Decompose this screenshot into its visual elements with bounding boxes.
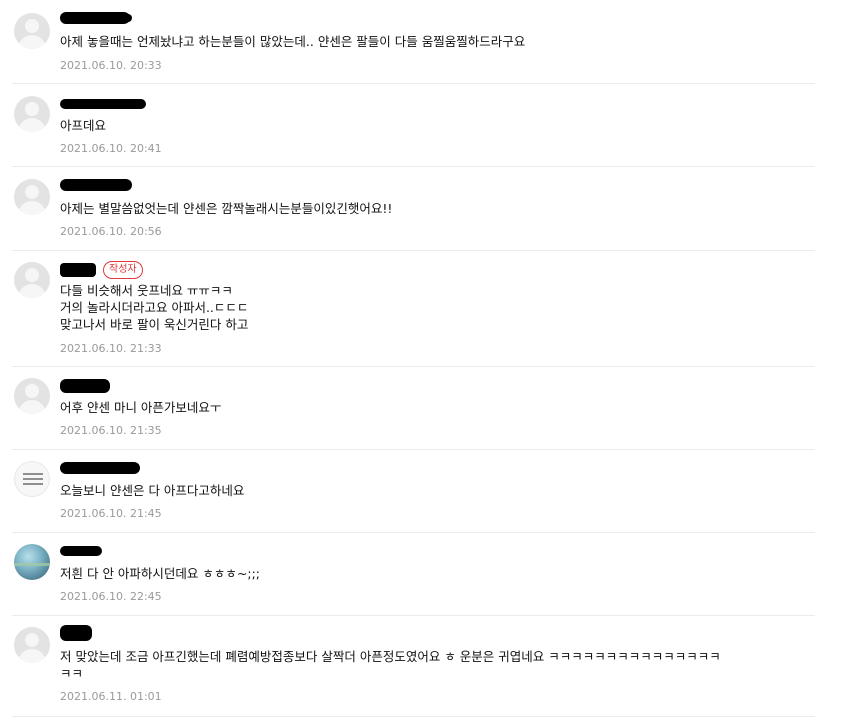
comment-text: 아제는 별말씀없엇는데 얀센은 깜짝놀래시는분들이있긴햇어요!! [60,201,393,216]
comment-date: 2021.06.10. 20:33 [60,59,162,72]
nickname-redacted[interactable] [60,462,140,474]
avatar[interactable] [14,179,50,215]
comment-text: 아제 놓을때는 언제놨냐고 하는분들이 많았는데.. 얀센은 팔들이 다들 움찔… [60,34,526,49]
nickname-redacted[interactable] [60,263,96,277]
comment-date: 2021.06.10. 20:41 [60,142,162,155]
comment-date: 2021.06.10. 22:45 [60,590,162,603]
comment-item: 아프데요 2021.06.10. 20:41 [0,84,816,166]
comment-text: 어후 얀센 마니 아픈가보네요ㅜ [60,400,222,415]
comment-text: 오늘보니 얀센은 다 아프다고하네요 [60,483,245,498]
comment-text: 저흰 다 안 아파하시던데요 ㅎㅎㅎ~;;; [60,566,261,581]
comment-date: 2021.06.10. 20:56 [60,225,162,238]
comment-date: 2021.06.10. 21:33 [60,342,162,355]
avatar[interactable] [14,262,50,298]
nickname-redacted[interactable] [60,546,102,556]
nickname-redacted[interactable] [60,179,132,191]
nickname-redacted[interactable] [60,625,92,641]
comment-item: 저 맞았는데 조금 아프긴했는데 폐렴예방접종보다 살짝더 아픈정도였어요 ㅎ … [0,616,816,716]
comment-item: 아제는 별말씀없엇는데 얀센은 깜짝놀래시는분들이있긴햇어요!! 2021.06… [0,167,816,250]
comment-date: 2021.06.10. 21:45 [60,507,162,520]
comment-item: 아제 놓을때는 언제놨냐고 하는분들이 많았는데.. 얀센은 팔들이 다들 움찔… [0,0,816,83]
comment-item: 오늘보니 얀센은 다 아프다고하네요 2021.06.10. 21:45 [0,450,816,532]
comment-text: 저 맞았는데 조금 아프긴했는데 폐렴예방접종보다 살짝더 아픈정도였어요 ㅎ … [60,649,721,681]
avatar[interactable] [14,627,50,663]
avatar[interactable] [14,96,50,132]
comment-text: 아프데요 [60,118,107,133]
comment-date: 2021.06.10. 21:35 [60,424,162,437]
avatar[interactable] [14,461,50,497]
avatar[interactable] [14,378,50,414]
comment-text: 다들 비슷해서 웃프네요 ㅠㅠㅋㅋ 거의 놀라시더라고요 아파서..ㄷㄷㄷ 맞고… [60,283,249,332]
comment-divider [12,716,815,717]
avatar[interactable] [14,13,50,49]
nickname-redacted[interactable] [60,99,146,109]
comment-item: 작성자 다들 비슷해서 웃프네요 ㅠㅠㅋㅋ 거의 놀라시더라고요 아파서..ㄷㄷ… [0,251,816,366]
nickname-redacted[interactable] [60,379,110,393]
comment-date: 2021.06.11. 01:01 [60,690,162,703]
comment-item: 저흰 다 안 아파하시던데요 ㅎㅎㅎ~;;; 2021.06.10. 22:45 [0,533,816,615]
comment-item: 어후 얀센 마니 아픈가보네요ㅜ 2021.06.10. 21:35 [0,367,816,449]
avatar[interactable] [14,544,50,580]
author-badge: 작성자 [103,261,143,279]
